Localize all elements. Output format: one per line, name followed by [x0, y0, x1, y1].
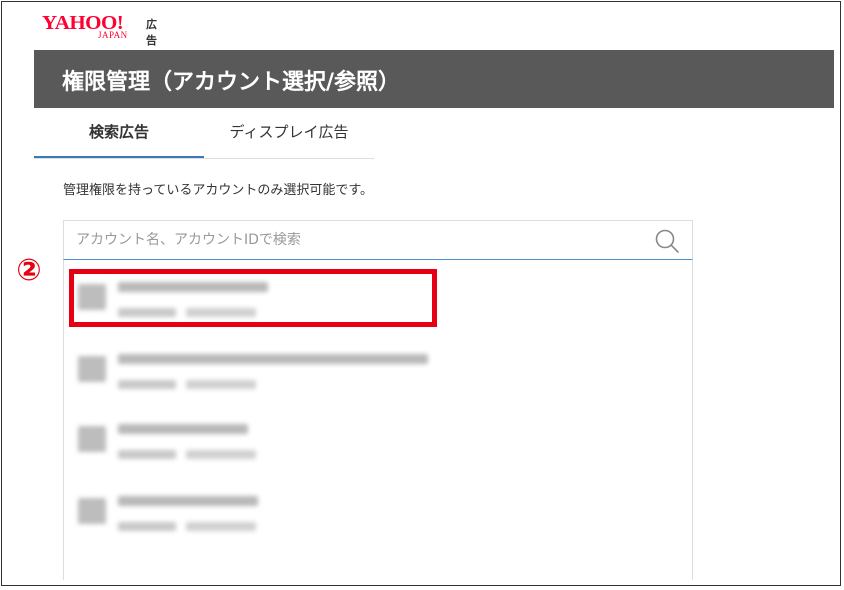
account-search-box: [63, 220, 693, 260]
annotation-step-marker: ②: [16, 253, 42, 288]
page-title: 権限管理（アカウント選択/参照）: [62, 70, 401, 95]
account-search-input[interactable]: [64, 221, 668, 259]
account-name-blurred: [118, 496, 258, 506]
account-role-blurred: [118, 522, 176, 531]
search-icon[interactable]: [654, 228, 680, 254]
account-id-blurred: [186, 522, 256, 531]
account-list-item[interactable]: [64, 338, 692, 400]
logo-sub: JAPAN: [98, 30, 128, 40]
account-list-item[interactable]: [64, 480, 692, 542]
account-id-blurred: [186, 450, 256, 459]
permission-note: 管理権限を持っているアカウントのみ選択可能です。: [63, 183, 374, 198]
account-name-blurred: [118, 424, 248, 434]
tab-search-ads[interactable]: 検索広告: [34, 116, 204, 158]
account-avatar: [78, 356, 106, 382]
tab-display-ads[interactable]: ディスプレイ広告: [204, 116, 374, 156]
ad-type-tabs: 検索広告 ディスプレイ広告: [34, 116, 374, 159]
account-id-blurred: [186, 380, 256, 389]
page-header: 権限管理（アカウント選択/参照）: [34, 50, 834, 108]
account-name-blurred: [118, 354, 428, 364]
account-role-blurred: [118, 380, 176, 389]
account-role-blurred: [118, 450, 176, 459]
annotation-highlight-box: [69, 269, 437, 327]
logo-product: 広告: [146, 18, 157, 47]
account-avatar: [78, 426, 106, 452]
account-list-item[interactable]: [64, 408, 692, 470]
screenshot-frame: YAHOO! JAPAN 広告 権限管理（アカウント選択/参照） 検索広告 ディ…: [1, 1, 841, 586]
account-avatar: [78, 498, 106, 524]
